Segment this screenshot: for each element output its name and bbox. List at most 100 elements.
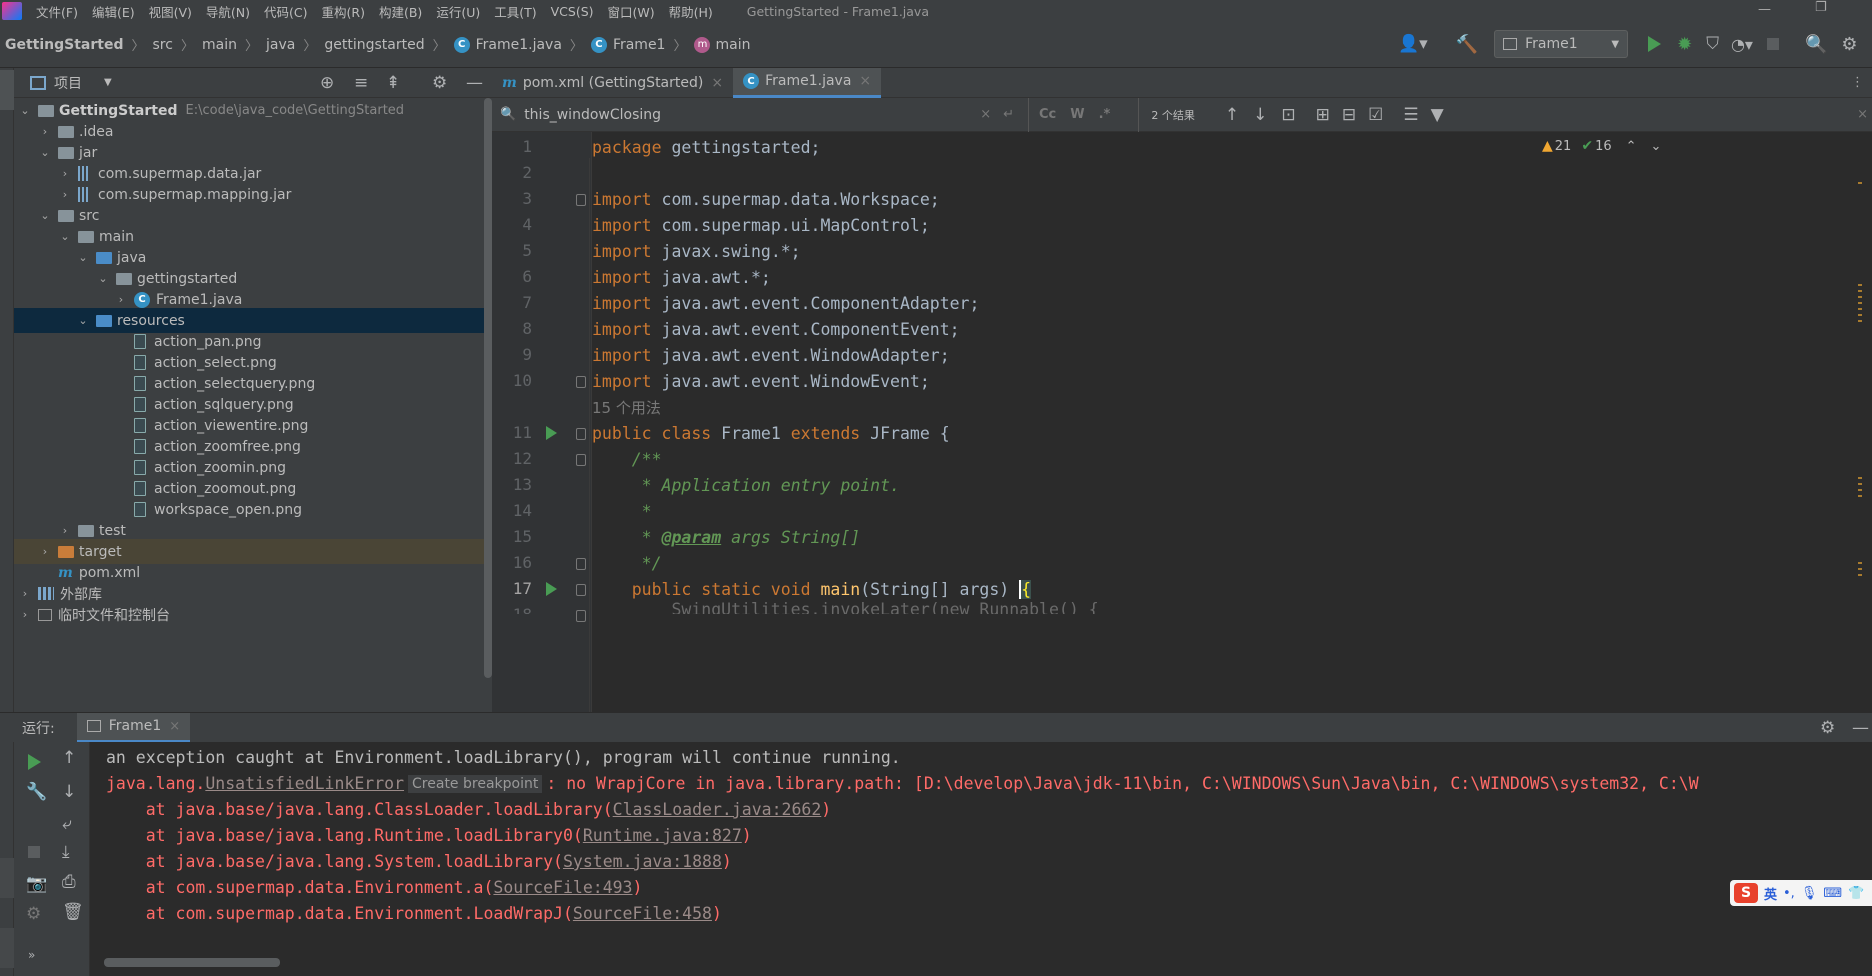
locate-icon[interactable]: ⊕ xyxy=(320,73,334,93)
chevron-down-icon[interactable]: ⌄ xyxy=(38,146,52,159)
stack-link[interactable]: System.java:1888 xyxy=(563,852,722,871)
chevron-down-icon[interactable]: ⌄ xyxy=(18,104,32,117)
breadcrumb-item[interactable]: gettingstarted xyxy=(324,37,424,53)
close-find-icon[interactable]: × xyxy=(1857,107,1868,122)
breadcrumb-item[interactable]: Frame1.java xyxy=(476,37,562,53)
chevron-right-icon[interactable]: › xyxy=(58,524,72,537)
menu-item[interactable]: 文件(F) xyxy=(36,2,78,21)
tab-pom-xml[interactable]: m pom.xml (GettingStarted) × xyxy=(492,68,733,98)
search-icon[interactable]: 🔍 xyxy=(1805,34,1827,55)
find-input[interactable]: this_windowClosing xyxy=(524,107,980,123)
menu-item[interactable]: 编辑(E) xyxy=(92,2,135,21)
chevron-down-icon[interactable]: ⌄ xyxy=(58,230,72,243)
exception-link[interactable]: UnsatisfiedLinkError xyxy=(205,774,404,793)
structure-tool-tab[interactable] xyxy=(0,858,14,898)
scroll-end-icon[interactable]: ⤓ xyxy=(62,842,70,862)
hide-panel-icon[interactable]: — xyxy=(466,73,483,93)
chevron-right-icon[interactable]: › xyxy=(114,293,128,306)
chevron-down-icon[interactable]: ⌄ xyxy=(1651,139,1662,154)
regex-toggle[interactable]: .* xyxy=(1099,107,1111,122)
fold-icon[interactable] xyxy=(576,376,586,388)
fold-icon[interactable] xyxy=(576,558,586,570)
tab-frame1-java[interactable]: C Frame1.java × xyxy=(733,67,882,98)
trash-icon[interactable]: 🗑 xyxy=(62,902,84,922)
chevron-right-icon[interactable]: › xyxy=(18,608,32,621)
down-arrow-icon[interactable]: ↓ xyxy=(62,782,76,802)
menu-item[interactable]: 代码(C) xyxy=(264,2,307,21)
chevron-down-icon[interactable]: ⌄ xyxy=(38,209,52,222)
chevron-right-icon[interactable]: › xyxy=(58,188,72,201)
breadcrumb-item[interactable]: GettingStarted xyxy=(5,37,124,53)
breadcrumb-item[interactable]: Frame1 xyxy=(613,37,666,53)
project-tool-tab[interactable] xyxy=(0,70,14,110)
prev-match-icon[interactable]: ↑ xyxy=(1225,105,1239,125)
user-icon[interactable]: 👤▾ xyxy=(1398,34,1428,54)
chevron-right-icon[interactable]: › xyxy=(58,167,72,180)
run-settings-gear-icon[interactable]: ⚙ xyxy=(1820,718,1835,738)
more-tabs-icon[interactable]: ⋮ xyxy=(1851,75,1864,90)
stack-link[interactable]: SourceFile:493 xyxy=(493,878,632,897)
chevron-right-icon[interactable]: › xyxy=(38,125,52,138)
expand-all-icon[interactable]: ≡ xyxy=(354,73,368,93)
ime-toolbar[interactable]: S 英 •, 🎙 ⌨ 👕 xyxy=(1730,880,1872,906)
stack-link[interactable]: ClassLoader.java:2662 xyxy=(613,800,822,819)
run-config-select[interactable]: Frame1 ▼ xyxy=(1494,30,1629,58)
next-match-icon[interactable]: ↓ xyxy=(1253,105,1267,125)
project-view-label[interactable]: 项目 xyxy=(54,73,82,93)
fold-icon[interactable] xyxy=(576,194,586,206)
bookmarks-tool-tab[interactable] xyxy=(0,928,14,968)
menu-item[interactable]: 帮助(H) xyxy=(669,2,713,21)
menu-item[interactable]: 重构(R) xyxy=(322,2,365,21)
restore-icon[interactable]: ❐ xyxy=(1815,0,1827,15)
close-icon[interactable]: × xyxy=(169,719,180,734)
chevron-right-icon[interactable]: › xyxy=(38,545,52,558)
punctuation-icon[interactable]: •, xyxy=(1783,886,1795,901)
console-hscrollbar[interactable] xyxy=(104,958,280,967)
stop-icon[interactable] xyxy=(1766,38,1779,50)
close-icon[interactable]: × xyxy=(859,73,871,89)
close-icon[interactable]: × xyxy=(711,75,723,91)
minimize-icon[interactable]: — xyxy=(1758,2,1771,17)
menu-item[interactable]: 工具(T) xyxy=(494,2,536,21)
print-icon[interactable]: ⎙ xyxy=(62,872,76,892)
settings-gear-icon[interactable]: ⚙ xyxy=(1841,34,1857,55)
stack-link[interactable]: Runtime.java:827 xyxy=(583,826,742,845)
run-gutter-icon[interactable] xyxy=(546,426,557,440)
up-arrow-icon[interactable]: ↑ xyxy=(62,748,76,768)
clear-icon[interactable]: × xyxy=(980,107,991,122)
code-editor[interactable]: package gettingstarted; import com.super… xyxy=(592,132,1862,712)
chevron-up-icon[interactable]: ⌃ xyxy=(1626,139,1637,154)
tree-item[interactable]: › 临时文件和控制台 xyxy=(14,602,492,627)
open-in-window-icon[interactable]: ⊡ xyxy=(1281,105,1295,125)
menu-item[interactable]: 构建(B) xyxy=(379,2,422,21)
rerun-icon[interactable] xyxy=(28,754,41,770)
match-case-toggle[interactable]: Cc xyxy=(1039,107,1056,122)
chevron-down-icon[interactable]: ⌄ xyxy=(96,272,110,285)
remove-occurrence-icon[interactable]: ⊟ xyxy=(1342,105,1356,125)
breadcrumb-item[interactable]: src xyxy=(153,37,173,53)
fold-icon[interactable] xyxy=(576,584,586,596)
chevron-down-icon[interactable]: ⌄ xyxy=(76,314,90,327)
inspection-widget[interactable]: ▲ 21 ✔ 16 ⌃ ⌄ xyxy=(1542,138,1661,154)
stack-link[interactable]: SourceFile:458 xyxy=(573,904,712,923)
filter-icon[interactable]: ▼ xyxy=(1431,105,1444,125)
stop-icon[interactable] xyxy=(28,846,40,858)
project-scrollbar[interactable] xyxy=(484,98,492,678)
run-icon[interactable] xyxy=(1648,36,1662,52)
camera-icon[interactable]: 📷 xyxy=(26,874,47,894)
breadcrumb-item[interactable]: main xyxy=(715,37,750,53)
add-occurrence-icon[interactable]: ⊞ xyxy=(1316,105,1330,125)
chevron-down-icon[interactable]: ▼ xyxy=(104,77,112,88)
chevron-down-icon[interactable]: ⌄ xyxy=(76,251,90,264)
run-gutter-icon[interactable] xyxy=(546,582,557,596)
fold-icon[interactable] xyxy=(576,428,586,440)
soft-wrap-icon[interactable]: ⤶ xyxy=(62,814,72,834)
breadcrumb-item[interactable]: main xyxy=(202,37,237,53)
search-icon[interactable]: 🔍 xyxy=(500,107,516,122)
more-icon[interactable]: » xyxy=(28,948,35,962)
hide-run-panel-icon[interactable]: — xyxy=(1852,718,1869,738)
multiline-icon[interactable]: ↵ xyxy=(1003,107,1014,122)
coverage-icon[interactable]: ⛉ xyxy=(1706,34,1719,54)
debug-icon[interactable]: ✹ xyxy=(1677,34,1692,55)
breadcrumb-item[interactable]: java xyxy=(266,37,295,53)
